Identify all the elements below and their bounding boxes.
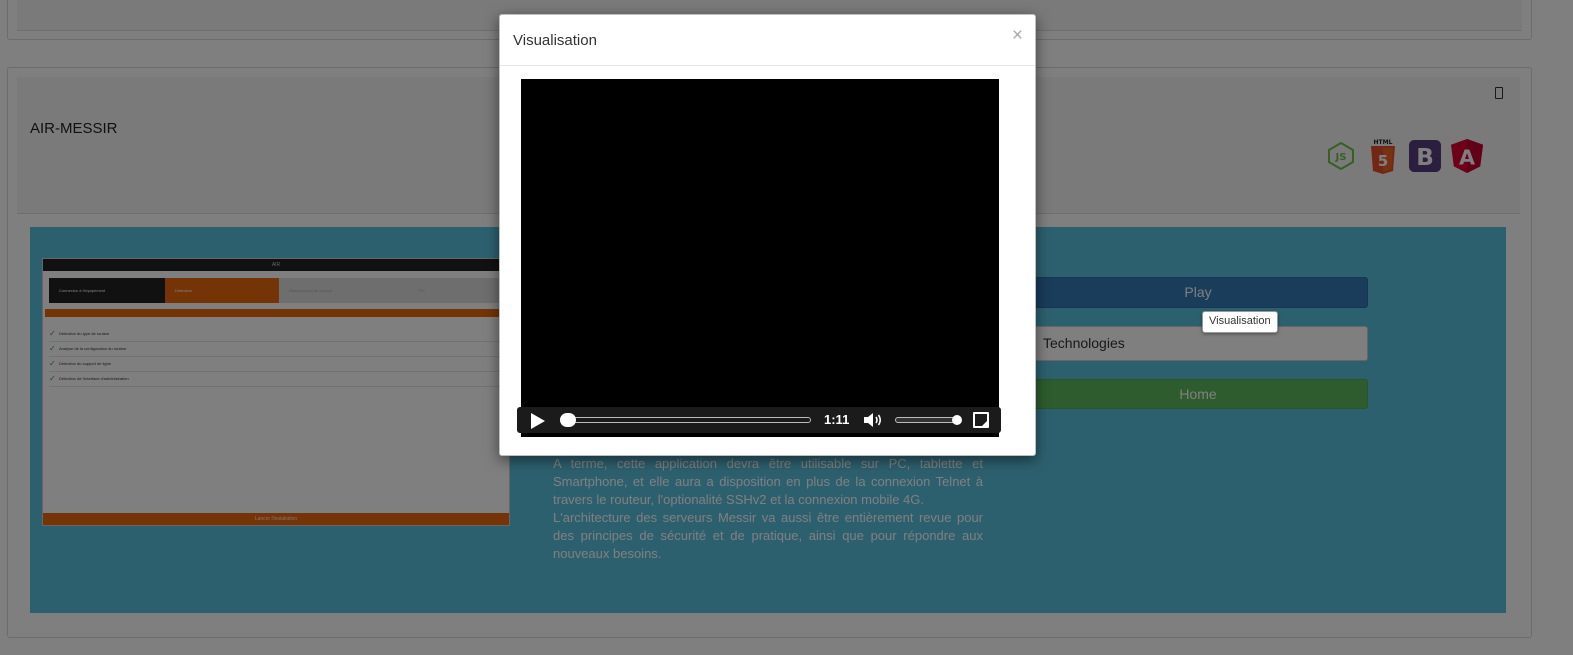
tooltip: Visualisation xyxy=(1202,311,1278,333)
volume-icon[interactable] xyxy=(863,412,885,428)
modal-title: Visualisation xyxy=(513,32,597,49)
close-icon[interactable]: × xyxy=(1012,26,1023,46)
video-controls: 1:11 xyxy=(517,407,1001,433)
fullscreen-icon[interactable] xyxy=(973,412,989,428)
volume-handle[interactable] xyxy=(952,415,962,425)
video-player[interactable]: 1:11 xyxy=(517,79,1001,437)
modal-header: Visualisation × xyxy=(500,15,1035,66)
video-time: 1:11 xyxy=(824,412,850,427)
video-progress-bar[interactable] xyxy=(560,413,811,427)
visualisation-modal: Visualisation × 1:11 xyxy=(499,14,1036,456)
page: AIR-MESSIR JS HTML 5 xyxy=(0,0,1573,655)
play-icon[interactable] xyxy=(531,413,545,429)
progress-handle[interactable] xyxy=(560,413,576,427)
volume-slider[interactable] xyxy=(895,415,962,425)
